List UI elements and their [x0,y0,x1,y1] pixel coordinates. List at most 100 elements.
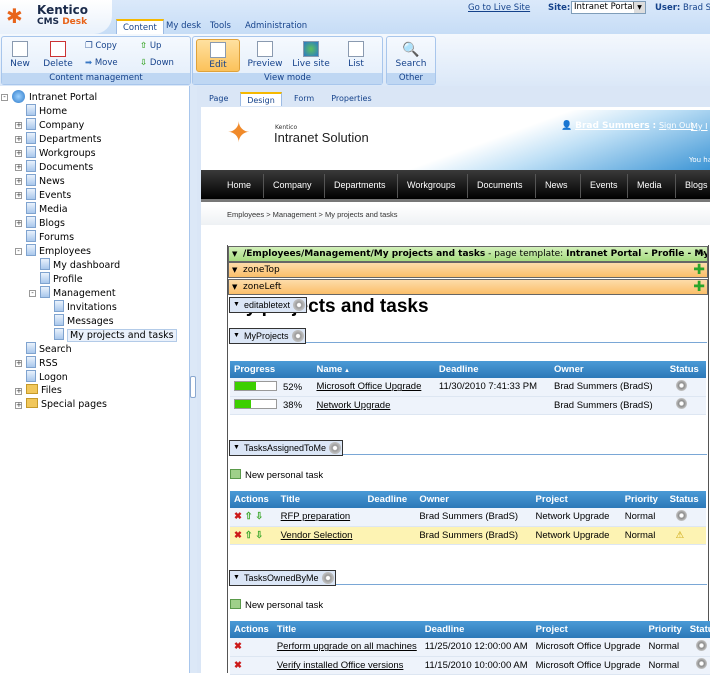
tree-item-forums[interactable]: Forums [26,230,74,244]
page-tab-design[interactable]: Design [240,92,282,106]
tab-administration[interactable]: Administration [239,19,313,34]
column-header-actions[interactable]: Actions [230,491,277,508]
tree-item-documents[interactable]: + Documents [15,160,93,174]
move-button[interactable]: ➡ Move [85,58,118,68]
nav-home[interactable]: Home [227,180,251,190]
breadcrumb-employees[interactable]: Employees [227,210,264,219]
column-header-priority[interactable]: Priority [644,621,686,638]
nav-blogs[interactable]: Blogs [685,180,708,190]
live-site-button[interactable]: Live site [289,41,333,69]
go-to-live-site-link[interactable]: Go to Live Site [468,3,530,13]
expand-icon[interactable]: + [15,178,22,185]
column-header-priority[interactable]: Priority [620,491,666,508]
column-header-deadline[interactable]: Deadline [420,621,532,638]
webpart-myprojects[interactable]: ▼ MyProjects [229,328,306,344]
column-header-status[interactable]: Status [685,621,710,638]
edit-button[interactable]: Edit [196,39,240,72]
expand-icon[interactable]: + [15,360,22,367]
delete-icon[interactable]: ✖ [234,641,242,652]
expand-icon[interactable]: + [15,150,22,157]
breadcrumb-management[interactable]: Management [273,210,317,219]
nav-departments[interactable]: Departments [334,180,386,190]
move-down-icon[interactable]: ⇩ [255,530,263,541]
gear-icon[interactable] [321,572,334,584]
splitter[interactable] [190,86,197,673]
user-profile-link[interactable]: Brad Summers [575,121,650,131]
new-personal-task-link[interactable]: New personal task [230,599,323,611]
zone-left-bar[interactable]: ▼ zoneLeft ✚ [228,279,708,295]
tab-content[interactable]: Content [116,19,164,34]
tree-item-special-pages[interactable]: + Special pages [15,398,107,412]
project-link[interactable]: Network Upgrade [316,400,390,411]
sign-out-link[interactable]: Sign Out [659,121,694,130]
tree-item-files[interactable]: + Files [15,384,62,398]
tree-item-logon[interactable]: Logon [26,370,68,384]
column-header-deadline[interactable]: Deadline [434,361,550,378]
copy-button[interactable]: ❐ Copy [85,41,117,51]
task-link[interactable]: RFP preparation [281,511,351,522]
project-link[interactable]: Microsoft Office Upgrade [316,381,421,392]
column-header-project[interactable]: Project [531,621,645,638]
tree-item-home[interactable]: Home [26,104,67,118]
page-tab-page[interactable]: Page [203,92,234,106]
column-header-owner[interactable]: Owner [549,361,666,378]
down-button[interactable]: ⇩ Down [140,58,174,68]
gear-icon[interactable] [293,299,306,311]
tree-item-profile[interactable]: Profile [40,272,83,286]
tree-item-my-projects-and-tasks[interactable]: My projects and tasks [54,328,177,342]
move-down-icon[interactable]: ⇩ [255,511,263,522]
nav-workgroups[interactable]: Workgroups [407,180,455,190]
add-webpart-icon[interactable]: ✚ [693,263,705,277]
add-webpart-icon[interactable]: ✚ [693,280,705,294]
tree-item-my-dashboard[interactable]: My dashboard [40,258,120,272]
page-template-bar[interactable]: ▼/Employees/Management/My projects and t… [228,246,708,262]
move-up-icon[interactable]: ⇧ [245,511,253,522]
my-link[interactable]: My I [691,122,708,131]
column-header-title[interactable]: Title [272,621,421,638]
tab-tools[interactable]: Tools [204,19,237,34]
tree-item-workgroups[interactable]: + Workgroups [15,146,96,160]
expand-icon[interactable]: + [15,220,22,227]
delete-button[interactable]: Delete [40,41,76,69]
collapse-handle[interactable] [190,376,196,398]
tree-item-company[interactable]: + Company [15,118,84,132]
task-link[interactable]: Perform upgrade on all machines [277,641,417,652]
collapse-icon[interactable]: - [1,94,8,101]
expand-icon[interactable]: + [15,136,22,143]
expand-icon[interactable]: + [15,192,22,199]
up-button[interactable]: ⇧ Up [140,41,161,51]
tree-item-management[interactable]: - Management [29,286,116,300]
task-link[interactable]: Vendor Selection [281,530,353,541]
column-header-deadline[interactable]: Deadline [363,491,416,508]
list-button[interactable]: List [341,41,371,69]
column-header-actions[interactable]: Actions [230,621,273,638]
page-tab-properties[interactable]: Properties [325,92,377,106]
tree-item-departments[interactable]: + Departments [15,132,101,146]
tree-item-events[interactable]: + Events [15,188,71,202]
tree-item-intranet-portal[interactable]: - Intranet Portal [1,90,97,104]
tree-item-news[interactable]: + News [15,174,65,188]
nav-documents[interactable]: Documents [477,180,523,190]
column-header-owner[interactable]: Owner [415,491,532,508]
collapse-icon[interactable]: - [15,248,22,255]
tree-item-employees[interactable]: - Employees [15,244,91,258]
tree-item-search[interactable]: Search [26,342,72,356]
new-button[interactable]: New [6,41,34,69]
site-select[interactable]: Intranet Portal ▼ [571,1,646,14]
webpart-editabletext[interactable]: ▼ editabletext [229,297,308,313]
column-header-progress[interactable]: Progress [230,361,313,378]
delete-icon[interactable]: ✖ [234,660,242,671]
zone-top-bar[interactable]: ▼ zoneTop ✚ [228,262,708,278]
tree-item-blogs[interactable]: + Blogs [15,216,65,230]
task-link[interactable]: Verify installed Office versions [277,660,404,671]
column-header-project[interactable]: Project [531,491,621,508]
nav-media[interactable]: Media [637,180,662,190]
gear-icon[interactable] [329,442,342,454]
tree-item-rss[interactable]: + RSS [15,356,58,370]
expand-icon[interactable]: + [15,402,22,409]
nav-news[interactable]: News [545,180,568,190]
nav-events[interactable]: Events [590,180,618,190]
edit-template-icon[interactable]: ✎ [697,247,705,261]
column-header-status[interactable]: Status [665,361,706,378]
webpart-tasks-assigned[interactable]: ▼ TasksAssignedToMe [229,440,344,456]
